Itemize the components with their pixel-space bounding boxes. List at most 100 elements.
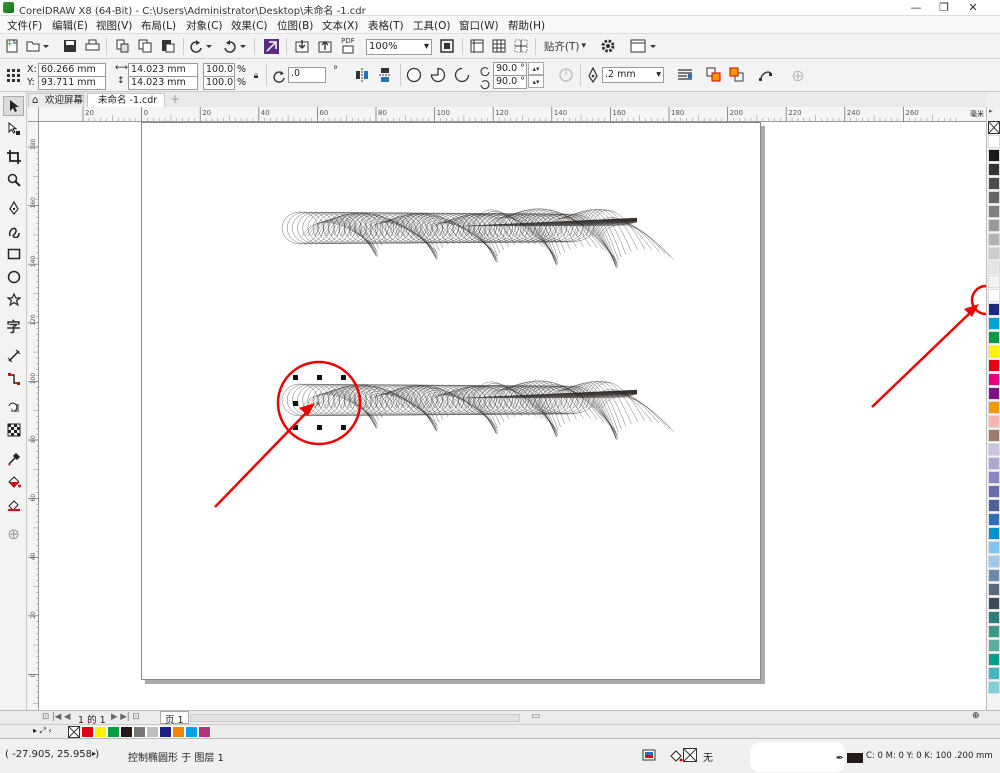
print-icon[interactable]: [82, 36, 102, 56]
menu-effects[interactable]: 效果(C): [231, 18, 268, 33]
document-palette-swatch[interactable]: [198, 726, 211, 738]
zoom-tool-icon[interactable]: [3, 170, 24, 190]
tab-document[interactable]: 未命名 -1.cdr: [87, 93, 165, 107]
palette-swatch[interactable]: [988, 177, 1000, 190]
scale-width-input[interactable]: 100.0: [203, 63, 235, 77]
rotation-angle-input[interactable]: .0: [288, 67, 326, 83]
object-origin-icon[interactable]: [4, 65, 22, 85]
palette-swatch[interactable]: [988, 331, 1000, 344]
palette-swatch[interactable]: [988, 373, 1000, 386]
ellipse-mode-icon[interactable]: [403, 65, 425, 85]
interactive-fill-icon[interactable]: [3, 472, 24, 492]
palette-swatch[interactable]: [988, 653, 1000, 666]
text-tool-icon[interactable]: 字: [3, 317, 24, 337]
mirror-horizontal-icon[interactable]: [352, 65, 372, 85]
width-input[interactable]: 14.023 mm: [128, 63, 198, 77]
palette-swatch[interactable]: [988, 415, 1000, 428]
palette-swatch[interactable]: [988, 289, 1000, 302]
show-rulers-icon[interactable]: [467, 36, 487, 56]
palette-swatch[interactable]: [988, 247, 1000, 260]
pick-tool-icon[interactable]: [3, 96, 24, 116]
copy-icon[interactable]: [135, 36, 155, 56]
palette-swatch[interactable]: [988, 611, 1000, 624]
dimension-tool-icon[interactable]: [3, 346, 24, 366]
doc-palette-menu-icon[interactable]: ▸ ⤢ ‹: [33, 726, 52, 736]
publish-pdf-icon[interactable]: PDF: [337, 35, 359, 55]
crop-tool-icon[interactable]: [3, 147, 24, 167]
mirror-vertical-icon[interactable]: [375, 65, 395, 85]
full-screen-icon[interactable]: [437, 36, 457, 56]
spiral-pattern-bottom[interactable]: [281, 380, 675, 440]
ruler-origin[interactable]: [28, 107, 39, 122]
document-palette-swatch[interactable]: [81, 726, 94, 738]
document-palette-swatch[interactable]: [159, 726, 172, 738]
palette-swatch[interactable]: [988, 163, 1000, 176]
no-color-swatch[interactable]: [68, 726, 80, 738]
scrollbar-thumb-icon[interactable]: ▭: [531, 711, 540, 722]
menu-edit[interactable]: 编辑(E): [52, 18, 88, 33]
palette-swatch[interactable]: [988, 569, 1000, 582]
end-angle-input[interactable]: 90.0 °: [493, 75, 527, 89]
paste-icon[interactable]: [158, 36, 178, 56]
menu-text[interactable]: 文本(X): [322, 18, 358, 33]
palette-swatch[interactable]: [988, 681, 1000, 694]
palette-swatch[interactable]: [988, 219, 1000, 232]
drawing-canvas[interactable]: ×: [39, 122, 986, 710]
outline-pen-status-icon[interactable]: ✒: [834, 748, 846, 768]
save-icon[interactable]: [60, 36, 80, 56]
arc-mode-icon[interactable]: [451, 65, 473, 85]
show-grid-icon[interactable]: [489, 36, 509, 56]
open-folder-icon[interactable]: [25, 36, 51, 56]
import-icon[interactable]: [292, 36, 312, 56]
zoom-corner-icon[interactable]: ⊕: [972, 711, 980, 721]
export-icon[interactable]: [315, 36, 335, 56]
x-position-input[interactable]: 60.266 mm: [38, 63, 106, 77]
palette-swatch[interactable]: [988, 457, 1000, 470]
page-nav-next-icon[interactable]: ▶ ▶| ⊡: [111, 712, 139, 722]
fill-none-swatch[interactable]: [683, 748, 697, 762]
palette-swatch[interactable]: [988, 443, 1000, 456]
scale-height-input[interactable]: 100.0: [203, 76, 235, 90]
palette-swatch[interactable]: [988, 317, 1000, 330]
no-color-swatch[interactable]: [988, 121, 1000, 134]
minimize-button[interactable]: —: [904, 0, 928, 16]
transparency-icon[interactable]: [3, 420, 24, 440]
outline-width-select[interactable]: .2 mm ▾: [602, 67, 664, 83]
palette-swatch[interactable]: [988, 597, 1000, 610]
close-button[interactable]: ✕: [961, 0, 985, 16]
palette-swatch[interactable]: [988, 583, 1000, 596]
freehand-tool-icon[interactable]: [3, 198, 24, 218]
palette-swatch[interactable]: [988, 303, 1000, 316]
palette-swatch[interactable]: [988, 149, 1000, 162]
document-palette-swatch[interactable]: [172, 726, 185, 738]
status-expand-icon[interactable]: ▸: [92, 749, 96, 758]
palette-swatch[interactable]: [988, 639, 1000, 652]
palette-swatch[interactable]: [988, 401, 1000, 414]
fill-bucket-icon[interactable]: [668, 746, 684, 766]
selection-handles[interactable]: ×: [293, 375, 346, 430]
undo-icon[interactable]: [188, 36, 214, 56]
new-document-icon[interactable]: +: [3, 36, 21, 56]
wrap-text-icon[interactable]: [675, 65, 695, 85]
palette-swatch[interactable]: [988, 233, 1000, 246]
palette-swatch[interactable]: [988, 359, 1000, 372]
palette-scroll-up-icon[interactable]: ▸: [989, 107, 993, 115]
menu-help[interactable]: 帮助(H): [508, 18, 545, 33]
corel-connect-icon[interactable]: [261, 36, 281, 56]
connector-tool-icon[interactable]: [3, 369, 24, 389]
palette-swatch[interactable]: [988, 527, 1000, 540]
ellipse-tool-icon[interactable]: [3, 267, 24, 287]
vertical-ruler[interactable]: 180 160 140 120 100 80 60 40 20 0: [28, 122, 39, 710]
launch-app-icon[interactable]: [628, 36, 660, 56]
palette-swatch[interactable]: [988, 205, 1000, 218]
change-direction-icon[interactable]: [556, 65, 576, 85]
snap-to-menu[interactable]: 贴齐(T) ▾: [540, 36, 590, 56]
horizontal-scrollbar[interactable]: [190, 714, 520, 722]
artistic-media-icon[interactable]: [3, 221, 24, 241]
palette-swatch[interactable]: [988, 485, 1000, 498]
palette-swatch[interactable]: [988, 471, 1000, 484]
rectangle-tool-icon[interactable]: [3, 244, 24, 264]
spiral-pattern-top[interactable]: [281, 208, 675, 268]
page-nav-arrows-icon[interactable]: ⊡ |◀ ◀: [42, 712, 70, 722]
pie-mode-icon[interactable]: [427, 65, 449, 85]
